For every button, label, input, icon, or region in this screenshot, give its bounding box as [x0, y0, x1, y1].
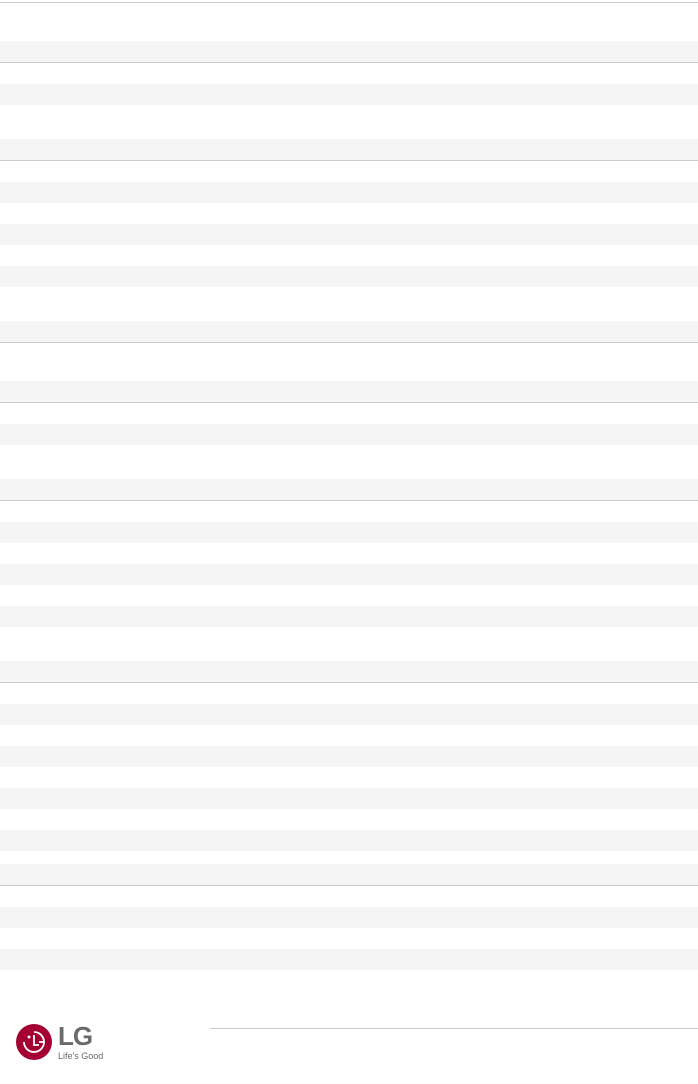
skeleton-spacer — [0, 245, 698, 266]
skeleton-content-area — [0, 0, 698, 1000]
skeleton-row — [0, 788, 698, 809]
skeleton-spacer — [0, 403, 698, 424]
skeleton-row — [0, 41, 698, 62]
skeleton-row — [0, 224, 698, 245]
skeleton-spacer — [0, 725, 698, 746]
skeleton-spacer — [0, 886, 698, 907]
skeleton-spacer — [0, 851, 698, 864]
skeleton-spacer — [0, 203, 698, 224]
skeleton-spacer — [0, 501, 698, 522]
skeleton-row — [0, 830, 698, 851]
lg-logo-icon — [16, 1024, 52, 1060]
skeleton-row — [0, 661, 698, 682]
skeleton-spacer — [0, 287, 698, 321]
footer-divider — [210, 1028, 698, 1029]
skeleton-row — [0, 864, 698, 885]
skeleton-spacer — [0, 683, 698, 704]
skeleton-row — [0, 182, 698, 203]
skeleton-row — [0, 606, 698, 627]
skeleton-spacer — [0, 543, 698, 564]
skeleton-row — [0, 907, 698, 928]
skeleton-spacer — [0, 343, 698, 381]
skeleton-spacer — [0, 928, 698, 949]
skeleton-row — [0, 704, 698, 725]
skeleton-row — [0, 564, 698, 585]
skeleton-spacer — [0, 767, 698, 788]
skeleton-row — [0, 479, 698, 500]
skeleton-row — [0, 746, 698, 767]
lg-brand-text: LG — [58, 1023, 103, 1049]
skeleton-spacer — [0, 445, 698, 479]
lg-tagline: Life's Good — [58, 1051, 103, 1061]
skeleton-spacer — [0, 105, 698, 139]
skeleton-row — [0, 84, 698, 105]
skeleton-row — [0, 522, 698, 543]
skeleton-row — [0, 949, 698, 970]
skeleton-spacer — [0, 809, 698, 830]
skeleton-spacer — [0, 161, 698, 182]
skeleton-row — [0, 321, 698, 342]
skeleton-row — [0, 266, 698, 287]
skeleton-row — [0, 424, 698, 445]
skeleton-row — [0, 139, 698, 160]
lg-logo-text-block: LG Life's Good — [58, 1023, 103, 1061]
skeleton-spacer — [0, 3, 698, 41]
skeleton-spacer — [0, 627, 698, 661]
skeleton-spacer — [0, 63, 698, 84]
footer: LG Life's Good — [0, 1000, 698, 1084]
skeleton-row — [0, 381, 698, 402]
lg-logo[interactable]: LG Life's Good — [16, 1023, 103, 1061]
skeleton-spacer — [0, 585, 698, 606]
